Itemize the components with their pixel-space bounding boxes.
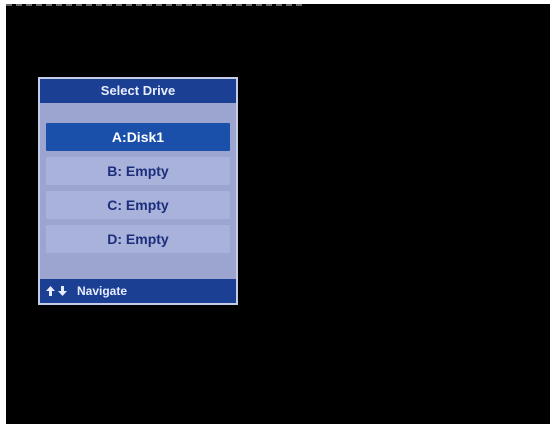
drive-item-b[interactable]: B: Empty	[46, 157, 230, 185]
drive-item-a[interactable]: A:Disk1	[46, 123, 230, 151]
up-arrow-icon	[46, 286, 55, 296]
navigate-label: Navigate	[77, 284, 128, 298]
drive-list: A:Disk1 B: Empty C: Empty D: Empty	[46, 123, 230, 259]
top-edge-artifact	[6, 4, 306, 6]
tv-screen: Select Drive A:Disk1 B: Empty C: Empty D…	[6, 4, 550, 424]
navigate-arrows	[46, 286, 67, 296]
select-drive-dialog: Select Drive A:Disk1 B: Empty C: Empty D…	[38, 77, 238, 305]
dialog-footer: Navigate	[40, 279, 236, 303]
drive-item-c[interactable]: C: Empty	[46, 191, 230, 219]
dialog-title: Select Drive	[40, 79, 236, 103]
drive-item-d[interactable]: D: Empty	[46, 225, 230, 253]
down-arrow-icon	[58, 286, 67, 296]
